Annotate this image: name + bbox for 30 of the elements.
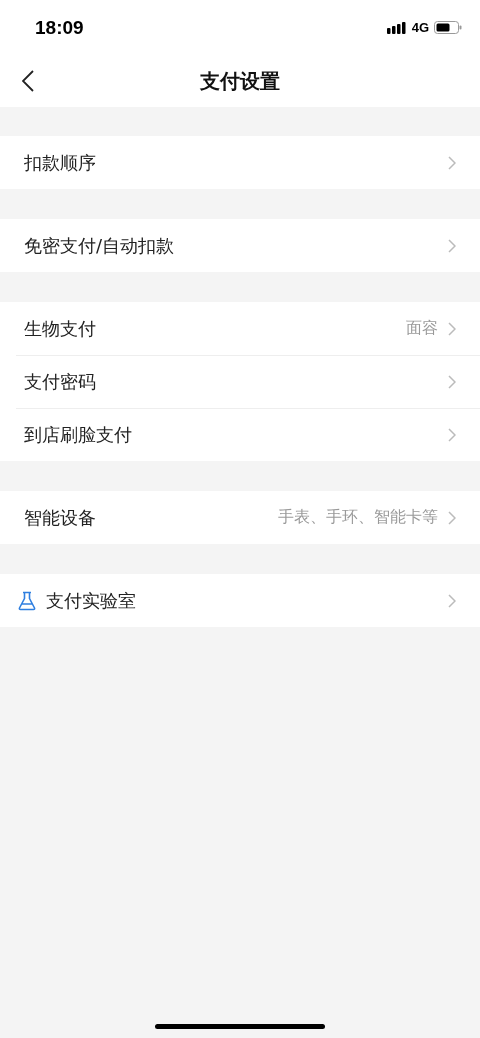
- chevron-icon: [448, 155, 456, 170]
- chevron-icon: [448, 238, 456, 253]
- chevron-icon: [448, 510, 456, 525]
- settings-row[interactable]: 到店刷脸支付: [0, 408, 480, 461]
- chevron-icon: [448, 593, 456, 608]
- signal-icon: [386, 21, 407, 34]
- battery-icon: [434, 21, 462, 34]
- status-time: 18:09: [35, 16, 84, 39]
- row-label: 扣款顺序: [24, 150, 97, 175]
- back-icon[interactable]: [22, 70, 34, 92]
- settings-row[interactable]: 生物支付 面容: [0, 302, 480, 355]
- row-value: 面容: [406, 318, 438, 339]
- row-label: 支付实验室: [46, 588, 137, 613]
- settings-row[interactable]: 扣款顺序: [0, 136, 480, 189]
- network-label: 4G: [411, 20, 429, 35]
- page-title: 支付设置: [200, 67, 280, 95]
- row-label: 生物支付: [24, 316, 97, 341]
- chevron-icon: [448, 427, 456, 442]
- settings-row[interactable]: 智能设备 手表、手环、智能卡等: [0, 491, 480, 544]
- row-label: 免密支付/自动扣款: [24, 233, 176, 258]
- chevron-icon: [448, 374, 456, 389]
- flask-icon: [18, 590, 36, 611]
- row-label: 到店刷脸支付: [24, 422, 133, 447]
- row-label: 支付密码: [24, 369, 97, 394]
- row-label: 智能设备: [24, 505, 97, 530]
- settings-row[interactable]: 支付密码: [0, 355, 480, 408]
- row-value: 手表、手环、智能卡等: [278, 507, 438, 528]
- chevron-icon: [448, 321, 456, 336]
- settings-row[interactable]: 免密支付/自动扣款: [0, 219, 480, 272]
- settings-row[interactable]: 支付实验室: [0, 574, 480, 627]
